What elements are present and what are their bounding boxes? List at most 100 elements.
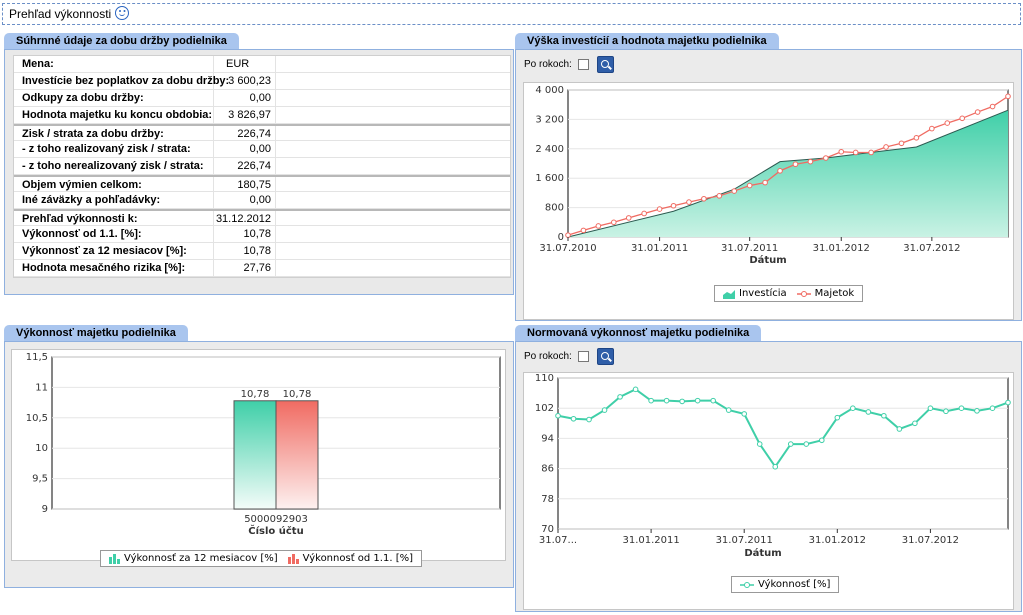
y-tick-label: 4 000 [535, 85, 564, 96]
perf-legend: Výkonnosť za 12 mesiacov [%] Výkonnosť o… [100, 550, 422, 567]
data-point [989, 103, 996, 110]
legend-item-12m[interactable]: Výkonnosť za 12 mesiacov [%] [109, 551, 278, 566]
bar [233, 400, 277, 510]
summary-row-value: 27,76 [214, 260, 276, 276]
summary-row-label: Výkonnosť od 1.1. [%]: [14, 226, 214, 242]
summary-row: Výkonnosť za 12 mesiacov [%]: 10,78 [14, 243, 510, 260]
data-point [850, 405, 856, 412]
legend-item-majetok[interactable]: Majetok [796, 286, 854, 301]
x-axis-title: Dátum [749, 254, 786, 266]
y-tick-label: 800 [545, 203, 564, 214]
x-tick-label: 31.07... [539, 535, 577, 546]
data-point [756, 441, 763, 447]
summary-row: Iné záväzky a pohľadávky: 0,00 [14, 192, 510, 209]
data-point [710, 397, 716, 404]
legend-item-ytd[interactable]: Výkonnosť od 1.1. [%] [287, 551, 413, 566]
data-point [580, 227, 587, 234]
data-point [777, 168, 783, 174]
y-tick-label: 110 [535, 373, 554, 384]
y-tick-label: 86 [541, 464, 554, 475]
x-tick-label: 31.07.2011 [721, 243, 778, 254]
summary-row: Hodnota majetku ku koncu obdobia: 3 826,9… [14, 107, 510, 124]
x-tick-label: 31.01.2011 [631, 243, 688, 254]
perf-panel: Výkonnosť majetku podielnika 9 9,5 10 10,5 1… [4, 325, 514, 588]
summary-row-label: Hodnota majetku ku koncu obdobia: [14, 107, 214, 123]
summary-table: Mena: EUR Investície bez poplatkov za dobu… [13, 55, 511, 278]
legend-item-investicia[interactable]: Investícia [723, 286, 787, 301]
x-tick-label: 31.01.2012 [809, 535, 866, 546]
y-tick-label: 70 [541, 524, 554, 535]
x-tick-label: 5000092903 [244, 514, 308, 525]
area-series-icon [723, 289, 735, 299]
zoom-icon[interactable] [596, 348, 614, 365]
po-rokoch-checkbox[interactable] [577, 351, 589, 362]
summary-row-label: Objem výmien celkom: [14, 177, 214, 191]
summary-row: - z toho nerealizovaný zisk / strata: 226… [14, 158, 510, 175]
y-tick-label: 2 400 [535, 144, 564, 155]
summary-row-label: - z toho realizovaný zisk / strata: [14, 141, 214, 157]
legend-item-vykonnost[interactable]: Výkonnosť [%] [740, 577, 830, 592]
bar-series-icon [109, 553, 120, 564]
summary-panel: Súhrnné údaje za dobu držby podielnika M… [4, 33, 514, 295]
data-point [731, 188, 738, 194]
summary-row: Objem výmien celkom: 180,75 [14, 175, 510, 192]
summary-row: Prehľad výkonnosti k: 31.12.2012 [14, 209, 510, 226]
data-point [787, 441, 794, 447]
summary-row: Výkonnosť od 1.1. [%]: 10,78 [14, 226, 510, 243]
summary-row-label: - z toho nerealizovaný zisk / strata: [14, 158, 214, 174]
data-point [958, 405, 965, 412]
data-point [881, 412, 887, 419]
bar-series-icon [287, 553, 299, 564]
x-tick-label: 31.07.2012 [903, 243, 960, 254]
data-point [595, 223, 602, 229]
data-point [913, 134, 920, 141]
data-point [725, 407, 732, 413]
data-point [555, 412, 561, 419]
data-point [601, 407, 608, 413]
data-point [670, 202, 677, 209]
data-point [868, 149, 874, 156]
data-point [852, 149, 859, 156]
bar [275, 400, 319, 510]
y-tick-label: 1 600 [535, 173, 564, 184]
data-point [912, 420, 918, 427]
data-point [944, 120, 951, 126]
data-point [686, 199, 692, 205]
summary-row-value: EUR [214, 56, 276, 72]
summary-row: Mena: EUR [14, 56, 510, 73]
data-point [610, 219, 617, 226]
zoom-icon[interactable] [596, 56, 614, 73]
norm-chart: 70 78 86 94 102 110 31.07... 31.01.2011 31.07.20… [523, 372, 1014, 610]
po-rokoch-label: Po rokoch: [524, 59, 572, 70]
bar-value-label: 10,78 [241, 389, 270, 400]
data-point [772, 463, 779, 470]
summary-panel-title: Súhrnné údaje za dobu držby podielnika [4, 33, 239, 50]
data-point [746, 182, 753, 189]
summary-row-value: 10,78 [214, 243, 276, 259]
summary-row-label: Mena: [14, 56, 214, 72]
po-rokoch-checkbox[interactable] [577, 59, 589, 70]
x-axis-title: Dátum [744, 547, 781, 559]
perf-chart: 9 9,5 10 10,5 11 11,5 10,78 10,78 5000092903 Čísl… [11, 349, 506, 561]
data-point [865, 409, 872, 415]
summary-row-value: 0,00 [214, 141, 276, 157]
data-point [943, 408, 949, 415]
summary-row: Investície bez poplatkov za dobu držby: 3… [14, 73, 510, 90]
invest-panel-title: Výška investícií a hodnota majetku podie… [515, 33, 779, 50]
summary-row-label: Investície bez poplatkov za dobu držby: [14, 73, 229, 89]
data-point [929, 125, 935, 132]
x-tick-label: 31.01.2011 [622, 535, 679, 546]
summary-row-value: 180,75 [214, 177, 276, 191]
summary-row-value: 10,78 [214, 226, 276, 242]
data-point [663, 397, 670, 404]
bar-value-label: 10,78 [283, 389, 312, 400]
invest-legend: Investícia Majetok [714, 285, 864, 302]
data-point [648, 397, 654, 404]
norm-legend: Výkonnosť [%] [731, 576, 840, 593]
data-point [792, 161, 799, 168]
y-tick-label: 78 [541, 494, 554, 505]
y-tick-label: 10 [35, 443, 48, 454]
summary-row-value: 0,00 [214, 90, 276, 106]
data-point [656, 206, 663, 212]
summary-row: Odkupy za dobu držby: 0,00 [14, 90, 510, 107]
